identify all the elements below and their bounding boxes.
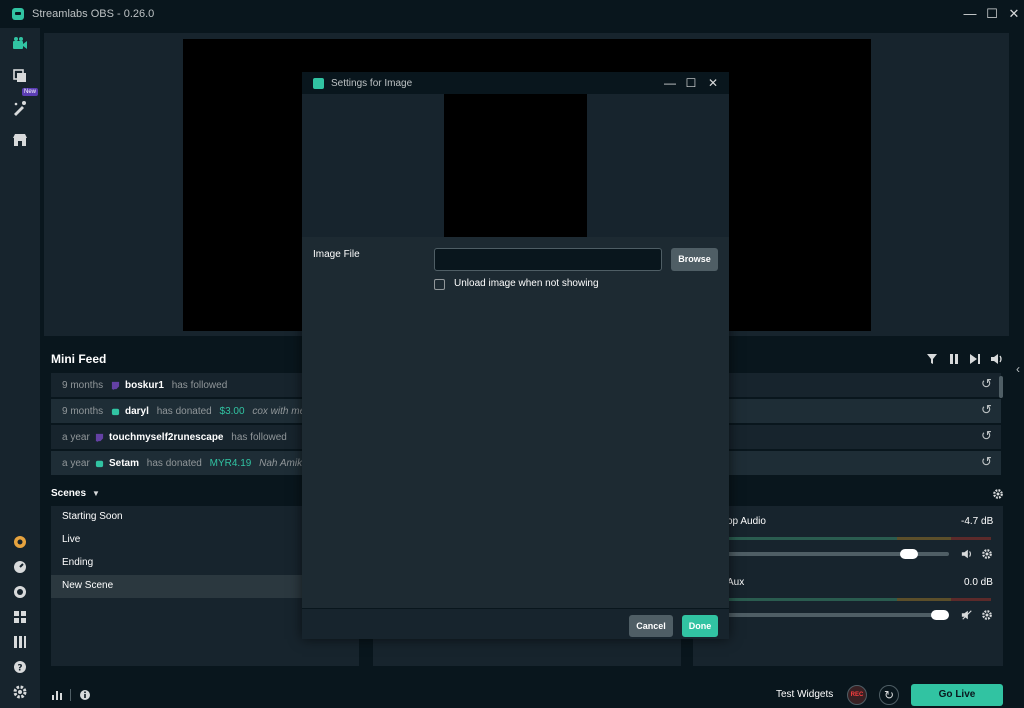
maximize-button[interactable]: ☐ [984,6,1000,22]
feed-time: a year [62,432,90,443]
chevron-left-icon[interactable]: ‹ [1016,362,1020,376]
dialog-form: Image File Browse Unload image when not … [302,237,729,608]
scenes-title[interactable]: Scenes [51,488,86,499]
dashboard-icon[interactable] [12,559,28,575]
volume-slider[interactable] [727,613,949,617]
store-icon[interactable] [12,132,28,148]
streamlabs-logo-icon [12,8,24,20]
browse-button[interactable]: Browse [671,248,718,271]
skip-icon[interactable] [969,353,981,365]
feed-amount: MYR4.19 [209,458,252,469]
mixer-settings-gear-icon[interactable] [992,488,1004,500]
volume-slider-knob[interactable] [899,549,918,559]
chat-icon[interactable] [12,584,28,600]
chevron-down-icon[interactable]: ▼ [92,489,100,498]
settings-dialog: Settings for Image — ☐ ✕ Image File Brow… [302,72,729,639]
settings-gear-icon[interactable] [12,684,28,700]
title-bar: Streamlabs OBS - 0.26.0 — ☐ ✕ [0,0,1024,28]
dialog-close-button[interactable]: ✕ [706,76,720,90]
repeat-alert-icon[interactable]: ↺ [981,455,995,469]
mixer-db-readout: 0.0 dB [964,577,993,588]
repeat-alert-icon[interactable]: ↺ [981,429,995,443]
source-settings-gear-icon[interactable] [981,548,993,560]
feed-action: has donated [146,458,202,469]
replay-buffer-button[interactable]: ↻ [879,685,899,705]
twitch-icon [111,381,120,390]
cancel-button[interactable]: Cancel [629,615,673,637]
feed-action: has donated [156,406,212,417]
unload-image-label[interactable]: Unload image when not showing [454,278,599,289]
replay-icon: ↻ [883,688,895,702]
info-icon[interactable] [79,689,91,701]
volume-meter-red [951,537,991,540]
feed-user: boskur1 [125,380,164,391]
dialog-footer: Cancel Done [302,608,729,639]
volume-meter-green [727,537,897,540]
mixer-db-readout: -4.7 dB [961,516,994,527]
feed-time: 9 months [62,380,104,391]
source-preview-canvas [444,94,587,237]
done-button[interactable]: Done [682,615,718,637]
left-nav: New ? [0,28,40,708]
pause-icon[interactable] [948,353,960,365]
mixer-source-name: Aux [727,577,745,588]
studio-camera-icon[interactable] [12,36,28,52]
themes-icon[interactable] [12,68,28,84]
twitch-icon [95,433,104,442]
speaker-icon[interactable] [961,548,973,560]
footer-bar [40,680,1024,708]
feed-message: Nah Amik [259,458,303,469]
help-icon[interactable]: ? [12,659,28,675]
volume-meter-green [727,598,897,601]
image-file-input[interactable] [434,248,662,271]
audio-mixer-panel: op Audio -4.7 dB Aux 0.0 dB [693,506,1003,666]
filter-icon[interactable] [926,353,938,365]
feed-action: has followed [171,380,228,391]
feed-scrollbar[interactable] [999,376,1003,398]
streamlabs-donation-icon [95,460,104,468]
speaker-muted-icon[interactable] [961,609,973,621]
dialog-minimize-button[interactable]: — [663,76,677,90]
volume-meter-yellow [897,598,951,601]
source-preview [302,94,729,237]
repeat-alert-icon[interactable]: ↺ [981,403,995,417]
source-settings-gear-icon[interactable] [981,609,993,621]
feed-time: a year [62,458,90,469]
volume-meter-red [951,598,991,601]
dialog-title-bar: Settings for Image — ☐ ✕ [302,72,729,94]
go-live-button[interactable]: Go Live [911,684,1003,706]
library-icon[interactable] [12,634,28,650]
volume-icon[interactable] [990,353,1004,365]
close-button[interactable]: ✕ [1006,6,1022,22]
feed-user: touchmyself2runescape [109,432,224,443]
feed-user: Setam [109,458,140,469]
divider [70,689,71,701]
image-file-label: Image File [313,249,360,260]
streamlabs-donation-icon [111,408,120,416]
unload-image-checkbox[interactable] [434,279,445,290]
repeat-alert-icon[interactable]: ↺ [981,377,995,391]
new-badge: New [22,88,39,96]
feed-action: has followed [231,432,287,443]
mini-feed-title: Mini Feed [51,352,107,366]
prime-icon[interactable] [12,534,28,550]
dialog-maximize-button[interactable]: ☐ [684,76,698,90]
volume-meter-yellow [897,537,951,540]
mixer-source-name: op Audio [727,516,766,527]
app-title: Streamlabs OBS - 0.26.0 [32,8,155,20]
feed-user: daryl [125,406,149,417]
layout-icon[interactable] [12,609,28,625]
test-widgets-button[interactable]: Test Widgets [776,689,833,700]
feed-time: 9 months [62,406,104,417]
record-button[interactable]: REC [847,685,867,705]
performance-stats-icon[interactable] [51,689,63,701]
svg-text:?: ? [17,664,22,674]
feed-amount: $3.00 [219,406,245,417]
minimize-button[interactable]: — [962,6,978,22]
editor-tools-icon[interactable] [12,100,28,116]
dialog-title: Settings for Image [331,78,413,89]
streamlabs-logo-icon [313,78,324,89]
volume-slider-knob[interactable] [931,610,949,620]
